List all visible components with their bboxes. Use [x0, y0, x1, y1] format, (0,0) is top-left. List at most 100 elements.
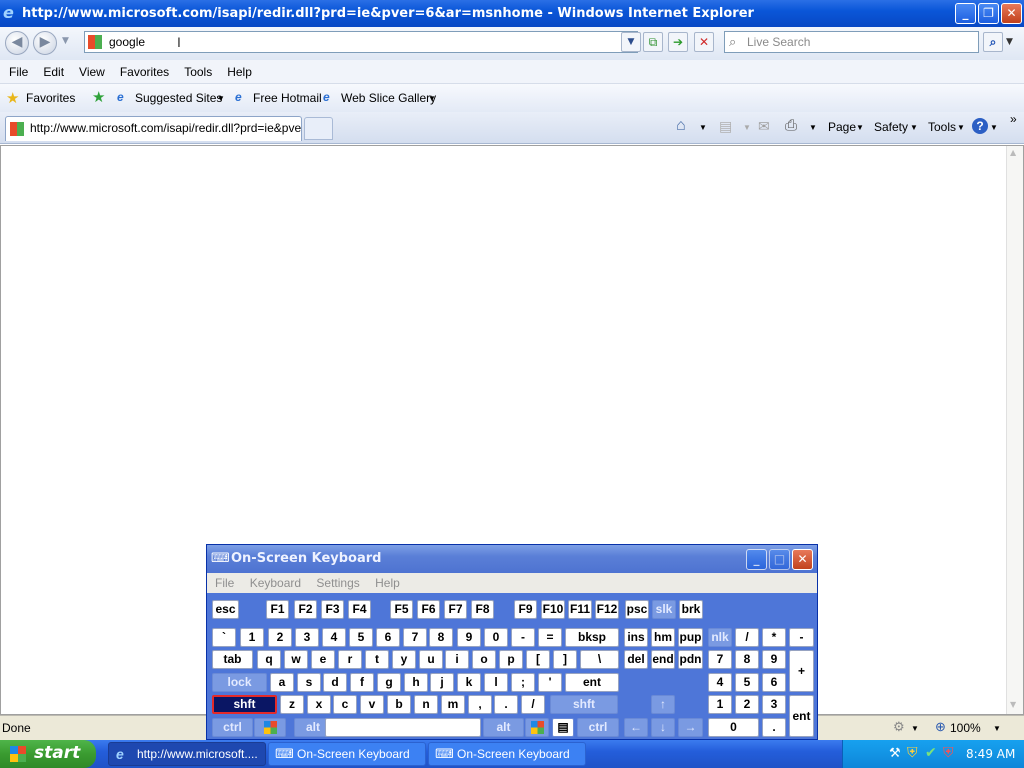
osk-key[interactable]: shft [212, 695, 277, 714]
osk-key[interactable]: 6 [762, 673, 786, 692]
osk-key[interactable]: ; [511, 673, 535, 692]
osk-key[interactable]: ent [565, 673, 619, 692]
osk-key[interactable]: \ [580, 650, 619, 669]
osk-key[interactable]: ent [789, 695, 814, 737]
osk-key[interactable]: d [323, 673, 347, 692]
taskbar-item-on-screen-keyboard[interactable]: ⌨ On-Screen Keyboard [268, 742, 426, 766]
osk-key[interactable]: k [457, 673, 481, 692]
osk-key[interactable]: 4 [708, 673, 732, 692]
tools-menu[interactable]: Tools [928, 120, 956, 134]
osk-key[interactable]: ctrl [577, 718, 619, 737]
osk-minimize-button[interactable]: _ [746, 549, 767, 570]
safety-dropdown-icon[interactable]: ▼ [910, 123, 918, 132]
osk-key[interactable]: tab [212, 650, 253, 669]
osk-key[interactable]: F11 [568, 600, 592, 619]
osk-menu-settings[interactable]: Settings [316, 576, 359, 590]
osk-key[interactable]: 9 [457, 628, 481, 647]
suggested-sites-link[interactable]: Suggested Sites [135, 91, 222, 105]
osk-key[interactable]: psc [625, 600, 649, 619]
osk-key[interactable]: [ [526, 650, 550, 669]
home-dropdown-icon[interactable]: ▼ [699, 123, 707, 132]
osk-key[interactable]: b [387, 695, 411, 714]
osk-key[interactable]: - [789, 628, 814, 647]
osk-key-menu[interactable]: ▤ [552, 718, 574, 737]
osk-key[interactable]: s [297, 673, 321, 692]
osk-key[interactable]: u [419, 650, 443, 669]
osk-key[interactable]: / [735, 628, 759, 647]
osk-key[interactable]: F10 [541, 600, 565, 619]
osk-key[interactable]: F6 [417, 600, 440, 619]
osk-key[interactable]: 4 [322, 628, 346, 647]
safety-menu[interactable]: Safety [874, 120, 908, 134]
page-dropdown-icon[interactable]: ▼ [856, 123, 864, 132]
osk-key[interactable]: - [511, 628, 535, 647]
print-icon[interactable]: ⎙ [785, 117, 797, 134]
zoom-level[interactable]: 100% [950, 721, 981, 735]
osk-key[interactable]: i [445, 650, 469, 669]
osk-key[interactable]: r [338, 650, 362, 669]
osk-key[interactable]: p [499, 650, 523, 669]
osk-key[interactable]: F9 [514, 600, 537, 619]
new-tab-button[interactable] [304, 117, 333, 140]
scroll-down-arrow-icon[interactable]: ▼ [1010, 700, 1016, 709]
add-to-favorites-bar-icon[interactable]: ★ [92, 88, 105, 106]
favorites-button[interactable]: Favorites [26, 91, 75, 105]
address-bar-input[interactable]: google I [84, 31, 638, 53]
address-dropdown-button[interactable]: ▼ [621, 32, 641, 52]
updates-icon[interactable]: ✔ [925, 745, 937, 761]
osk-key[interactable]: F2 [294, 600, 317, 619]
osk-key[interactable]: g [377, 673, 401, 692]
protected-mode-dropdown-icon[interactable]: ▼ [911, 724, 919, 733]
osk-key[interactable]: lock [212, 673, 267, 692]
osk-close-button[interactable]: ✕ [792, 549, 813, 570]
taskbar-item-internet-explorer[interactable]: e http://www.microsoft.... [108, 742, 266, 766]
osk-key[interactable]: x [307, 695, 331, 714]
osk-key[interactable]: ins [624, 628, 648, 647]
osk-key[interactable]: F12 [595, 600, 619, 619]
osk-key[interactable]: F5 [390, 600, 413, 619]
osk-key[interactable]: o [472, 650, 496, 669]
back-button[interactable]: ◀ [5, 31, 29, 55]
osk-key[interactable]: q [257, 650, 281, 669]
search-options-dropdown-icon[interactable]: ▼ [1006, 37, 1013, 47]
osk-key[interactable]: m [441, 695, 465, 714]
osk-key[interactable]: ctrl [212, 718, 253, 737]
tools-dropdown-icon[interactable]: ▼ [957, 123, 965, 132]
osk-menu-help[interactable]: Help [375, 576, 400, 590]
page-menu[interactable]: Page [828, 120, 856, 134]
osk-key[interactable]: F4 [348, 600, 371, 619]
osk-key[interactable]: hm [651, 628, 675, 647]
osk-key[interactable]: nlk [708, 628, 732, 647]
osk-key[interactable]: brk [679, 600, 703, 619]
menu-view[interactable]: View [79, 65, 105, 79]
osk-key-space[interactable] [325, 718, 481, 737]
print-dropdown-icon[interactable]: ▼ [809, 123, 817, 132]
osk-key[interactable]: shft [550, 695, 618, 714]
osk-key[interactable]: v [360, 695, 384, 714]
osk-key[interactable]: F3 [321, 600, 344, 619]
recent-pages-dropdown-icon[interactable]: ▼ [62, 36, 69, 46]
osk-menu-keyboard[interactable]: Keyboard [250, 576, 301, 590]
help-icon[interactable]: ? [972, 118, 988, 134]
menu-edit[interactable]: Edit [43, 65, 64, 79]
osk-key[interactable]: + [789, 650, 814, 692]
osk-key[interactable]: = [538, 628, 562, 647]
osk-key[interactable]: F8 [471, 600, 494, 619]
web-slice-gallery-dropdown-icon[interactable]: ▼ [428, 94, 436, 103]
osk-key[interactable]: w [284, 650, 308, 669]
osk-key[interactable]: ↓ [651, 718, 675, 737]
taskbar-item-on-screen-keyboard-2[interactable]: ⌨ On-Screen Keyboard [428, 742, 586, 766]
search-button[interactable]: ⌕ [983, 32, 1003, 52]
osk-key[interactable]: 5 [349, 628, 373, 647]
osk-key[interactable]: 7 [403, 628, 427, 647]
help-dropdown-icon[interactable]: ▼ [990, 123, 998, 132]
toolbar-overflow-icon[interactable]: » [1010, 112, 1017, 126]
osk-key[interactable]: j [430, 673, 454, 692]
compatibility-view-button[interactable]: ⧉ [643, 32, 663, 52]
menu-favorites[interactable]: Favorites [120, 65, 169, 79]
vertical-scrollbar[interactable]: ▲ ▼ [1006, 146, 1023, 714]
osk-key[interactable]: 9 [762, 650, 786, 669]
osk-key[interactable]: 8 [429, 628, 453, 647]
osk-maximize-button[interactable]: □ [769, 549, 790, 570]
osk-key[interactable]: / [521, 695, 545, 714]
